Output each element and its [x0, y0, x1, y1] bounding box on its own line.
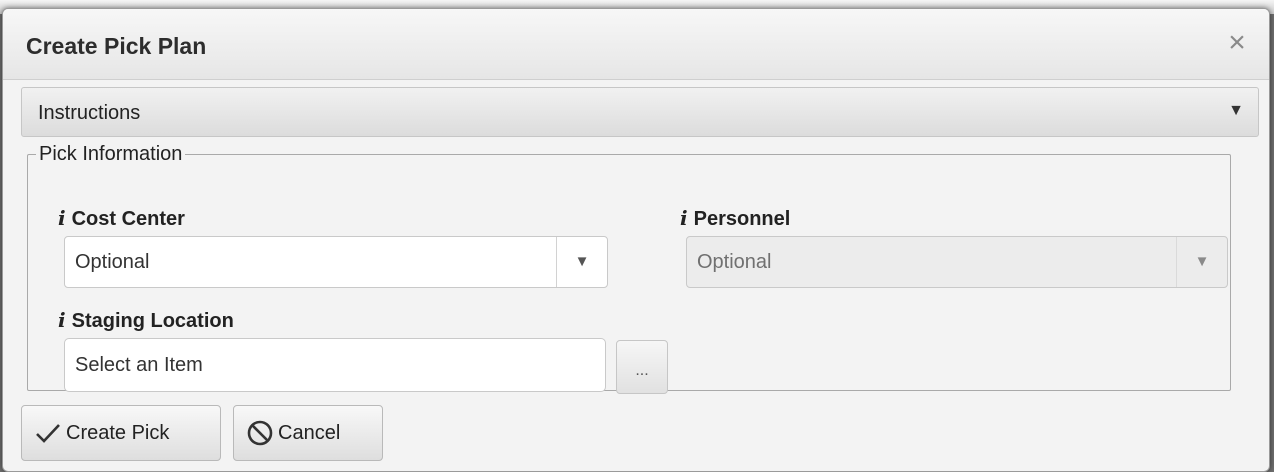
cost-center-select[interactable]: Optional ▼	[64, 236, 608, 288]
staging-location-input[interactable]: Select an Item	[64, 338, 606, 392]
personnel-dropdown-icon[interactable]: ▼	[1176, 237, 1227, 287]
create-pick-button[interactable]: Create Pick	[21, 405, 221, 461]
dialog-titlebar: Create Pick Plan ×	[3, 9, 1269, 80]
info-icon[interactable]: i	[680, 206, 688, 230]
info-icon[interactable]: i	[58, 308, 66, 332]
personnel-label-text: Personnel	[693, 208, 791, 230]
create-pick-label: Create Pick	[66, 421, 170, 444]
staging-location-lookup-button[interactable]: ...	[616, 340, 668, 394]
close-icon[interactable]: ×	[1223, 28, 1251, 58]
cost-center-placeholder: Optional	[75, 251, 150, 273]
staging-location-label-text: Staging Location	[71, 310, 234, 332]
prohibited-icon	[247, 420, 273, 446]
cancel-button[interactable]: Cancel	[233, 405, 383, 461]
personnel-label: i Personnel	[680, 206, 790, 231]
chevron-down-icon: ▼	[1228, 102, 1244, 119]
create-pick-plan-dialog: Create Pick Plan × Instructions ▼ Pick I…	[2, 8, 1270, 472]
cancel-label: Cancel	[278, 421, 341, 444]
personnel-select[interactable]: Optional ▼	[686, 236, 1228, 288]
dialog-title: Create Pick Plan	[26, 33, 207, 59]
staging-location-placeholder: Select an Item	[75, 354, 203, 376]
dialog-button-bar: Create Pick Cancel	[3, 401, 1269, 471]
instructions-label: Instructions	[38, 102, 141, 124]
cost-center-label: i Cost Center	[58, 206, 185, 231]
info-icon[interactable]: i	[58, 206, 66, 230]
pick-information-fieldset: Pick Information i Cost Center Optional ▼…	[27, 143, 1231, 394]
checkmark-icon	[36, 424, 60, 443]
personnel-placeholder: Optional	[697, 251, 772, 273]
cost-center-label-text: Cost Center	[71, 208, 185, 230]
cost-center-dropdown-icon[interactable]: ▼	[556, 237, 607, 287]
instructions-panel-toggle[interactable]: Instructions ▼	[21, 87, 1259, 137]
staging-location-label: i Staging Location	[58, 308, 234, 333]
pick-information-legend: Pick Information	[39, 143, 183, 165]
